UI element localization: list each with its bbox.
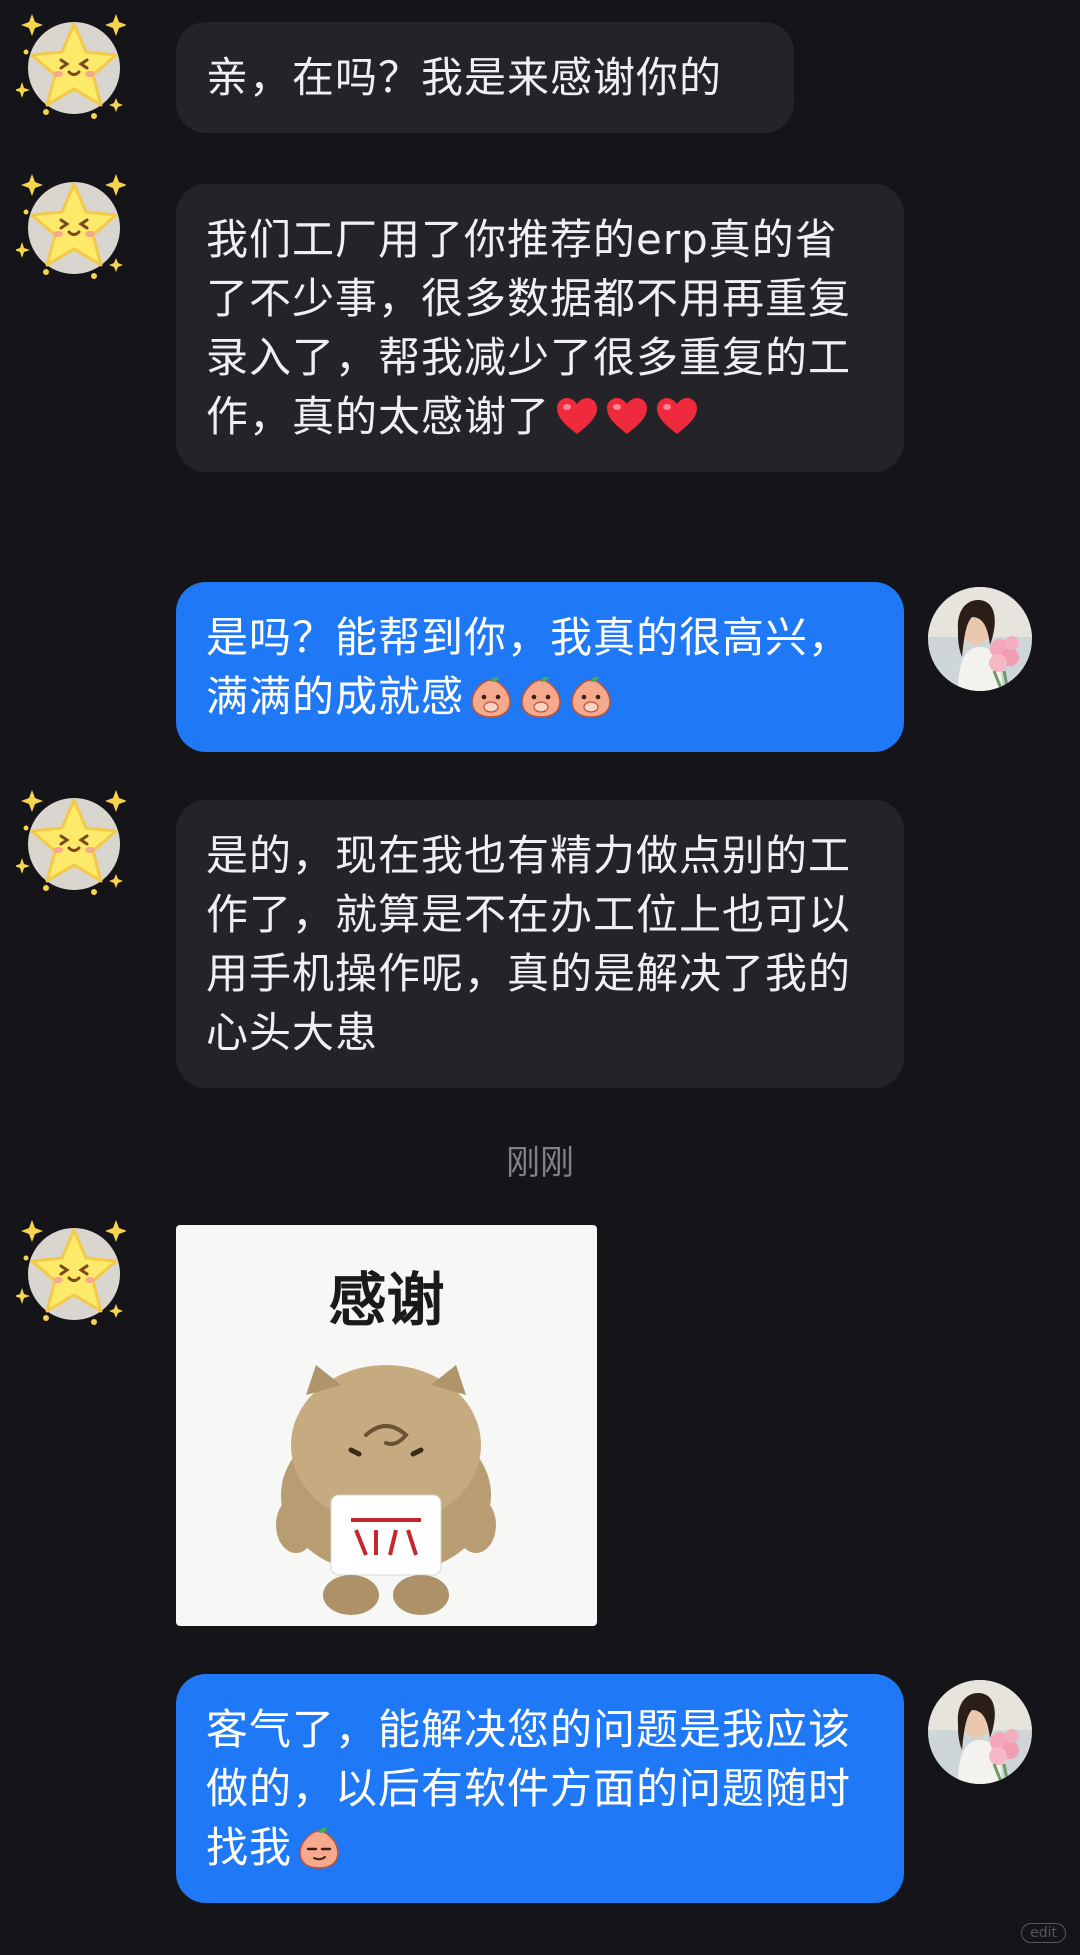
peach-cover-mouth-icon bbox=[518, 674, 564, 720]
contact-avatar[interactable] bbox=[16, 788, 126, 898]
my-avatar[interactable] bbox=[928, 587, 1032, 691]
message-text: 亲，在吗？我是来感谢你的 bbox=[206, 53, 723, 102]
message-outgoing-2[interactable]: 客气了，能解决您的问题是我应该做的，以后有软件方面的问题随时找我 bbox=[176, 1674, 904, 1903]
message-incoming-2[interactable]: 我们工厂用了你推荐的erp真的省了不少事，很多数据都不用再重复录入了，帮我减少了… bbox=[176, 184, 904, 472]
heart-icon bbox=[654, 394, 700, 440]
peach-smug-icon bbox=[296, 1825, 342, 1871]
heart-icon bbox=[604, 394, 650, 440]
contact-avatar[interactable] bbox=[16, 172, 126, 282]
my-avatar[interactable] bbox=[928, 1680, 1032, 1784]
message-incoming-1[interactable]: 亲，在吗？我是来感谢你的 bbox=[176, 22, 794, 133]
peach-cover-mouth-icon bbox=[468, 674, 514, 720]
message-outgoing-1[interactable]: 是吗？能帮到你，我真的很高兴，满满的成就感 bbox=[176, 582, 904, 752]
peach-cover-mouth-icon bbox=[568, 674, 614, 720]
contact-avatar[interactable] bbox=[16, 12, 126, 122]
plush-bear-icon bbox=[276, 1365, 496, 1615]
heart-icon bbox=[554, 394, 600, 440]
message-text: 是的，现在我也有精力做点别的工作了，就算是不在办工位上也可以用手机操作呢，真的是… bbox=[206, 831, 852, 1057]
sticker-message[interactable]: 感谢 bbox=[176, 1225, 597, 1626]
watermark: edit bbox=[1021, 1923, 1066, 1943]
message-text: 我们工厂用了你推荐的erp真的省了不少事，很多数据都不用再重复录入了，帮我减少了… bbox=[206, 215, 852, 441]
message-timestamp: 刚刚 bbox=[506, 1143, 574, 1183]
message-incoming-3[interactable]: 是的，现在我也有精力做点别的工作了，就算是不在办工位上也可以用手机操作呢，真的是… bbox=[176, 800, 904, 1088]
contact-avatar[interactable] bbox=[16, 1218, 126, 1328]
